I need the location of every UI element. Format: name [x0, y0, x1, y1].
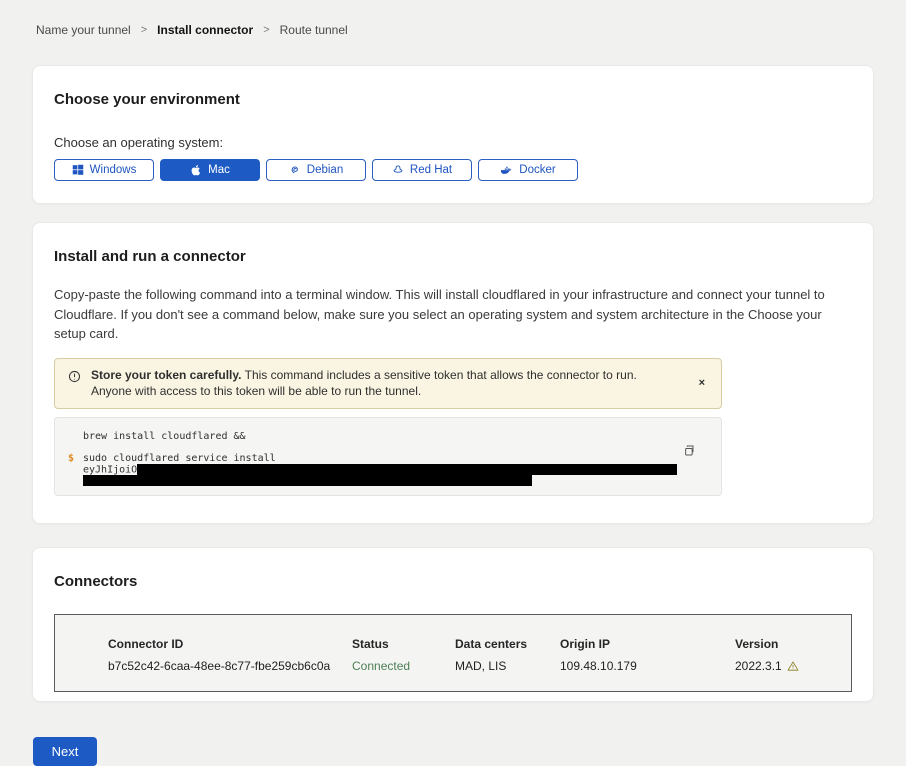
os-button-label: Debian [307, 164, 343, 176]
header-version: Version [735, 637, 841, 651]
header-data-centers: Data centers [455, 637, 560, 651]
next-button[interactable]: Next [33, 737, 97, 766]
breadcrumb-separator: > [263, 24, 269, 36]
breadcrumb: Name your tunnel > Install connector > R… [32, 0, 874, 37]
header-origin-ip: Origin IP [560, 637, 735, 651]
os-button-label: Red Hat [410, 164, 452, 176]
token-warning-banner: Store your token carefully. This command… [54, 358, 722, 409]
connectors-table-header: Connector ID Status Data centers Origin … [108, 637, 841, 651]
os-button-mac[interactable]: Mac [160, 159, 260, 181]
install-command-code-block: brew install cloudflared && $sudo cloudf… [54, 417, 722, 497]
apple-icon [190, 164, 202, 176]
token-warning-text: Store your token carefully. This command… [91, 367, 693, 400]
token-prefix: eyJhIjoiO [83, 464, 137, 475]
connector-id-value: b7c52c42-6caa-48ee-8c77-fbe259cb6c0a [108, 659, 352, 673]
data-centers-value: MAD, LIS [455, 659, 560, 673]
windows-icon [72, 164, 84, 176]
install-description: Copy-paste the following command into a … [54, 285, 852, 344]
install-card-title: Install and run a connector [54, 249, 852, 265]
debian-icon [289, 164, 301, 176]
code-line-token: eyJhIjoiO [55, 464, 721, 476]
os-select-label: Choose an operating system: [54, 135, 852, 150]
version-value: 2022.3.1 [735, 659, 841, 673]
token-warning-bold: Store your token carefully. [91, 368, 242, 382]
os-button-label: Mac [208, 164, 230, 176]
shell-prompt: $ [68, 453, 74, 464]
breadcrumb-separator: > [141, 24, 147, 36]
breadcrumb-step-route-tunnel[interactable]: Route tunnel [280, 23, 348, 37]
redhat-icon [392, 164, 404, 176]
os-button-label: Windows [90, 164, 137, 176]
os-button-label: Docker [519, 164, 555, 176]
choose-environment-card: Choose your environment Choose an operat… [32, 65, 874, 204]
alert-circle-icon [68, 370, 81, 383]
code-line-service-install: $sudo cloudflared service install [55, 453, 721, 464]
header-connector-id: Connector ID [108, 637, 352, 651]
close-icon[interactable]: × [693, 373, 711, 393]
docker-icon [500, 164, 513, 177]
connectors-card-title: Connectors [54, 574, 852, 590]
environment-card-title: Choose your environment [54, 92, 852, 108]
code-line-brew: brew install cloudflared && [55, 431, 721, 442]
os-button-debian[interactable]: Debian [266, 159, 366, 181]
warning-triangle-icon [787, 660, 799, 672]
connectors-table: Connector ID Status Data centers Origin … [54, 614, 852, 692]
install-connector-card: Install and run a connector Copy-paste t… [32, 222, 874, 524]
origin-ip-value: 109.48.10.179 [560, 659, 735, 673]
breadcrumb-step-install-connector[interactable]: Install connector [157, 23, 253, 37]
header-status: Status [352, 637, 455, 651]
os-button-docker[interactable]: Docker [478, 159, 578, 181]
token-redaction-bar [137, 464, 677, 475]
status-badge: Connected [352, 659, 455, 673]
os-button-windows[interactable]: Windows [54, 159, 154, 181]
copy-icon[interactable] [680, 442, 697, 459]
table-row: b7c52c42-6caa-48ee-8c77-fbe259cb6c0a Con… [108, 659, 841, 673]
os-button-redhat[interactable]: Red Hat [372, 159, 472, 181]
breadcrumb-step-name-your-tunnel[interactable]: Name your tunnel [36, 23, 131, 37]
tunnel-setup-page: Name your tunnel > Install connector > R… [0, 0, 906, 766]
token-redaction-bar [83, 475, 532, 486]
os-button-group: Windows Mac Debian [54, 159, 852, 181]
footer: Next [32, 737, 874, 766]
connectors-card: Connectors Connector ID Status Data cent… [32, 547, 874, 702]
